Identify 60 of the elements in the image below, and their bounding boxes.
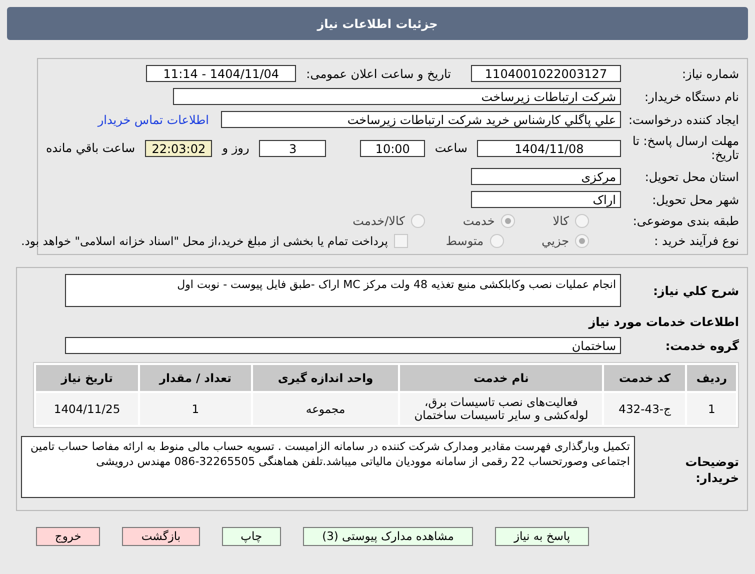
checkbox-label: پرداخت تمام یا بخشی از مبلغ خرید،از محل "اسناد خزانه اسلامی" خواهد بود. xyxy=(21,234,388,248)
field-label: ساعت باقي مانده xyxy=(46,141,136,155)
field-label: گروه خدمت: xyxy=(664,338,739,352)
field-label: نام دستگاه خریدار: xyxy=(644,90,739,104)
column-header: نام خدمت xyxy=(400,365,602,391)
time-field[interactable]: 10:00 xyxy=(360,140,425,156)
need-number-field[interactable]: 1104001022003127 xyxy=(471,65,621,82)
radio-label: متوسط xyxy=(446,234,484,248)
table-cell: مجموعه xyxy=(252,393,398,425)
field-label: تاریخ و ساعت اعلان عمومی: xyxy=(306,66,451,80)
radio-button[interactable] xyxy=(575,234,589,248)
field-label: ساعت xyxy=(434,141,468,155)
table-cell: فعالیت‌های نصب تاسیسات برق، لوله‌کشی و سایر تاسیسات ساختمان xyxy=(400,393,602,425)
column-header: تاریخ نیاز xyxy=(36,365,138,391)
radio-label: کالا xyxy=(552,214,569,228)
radio-label: خدمت xyxy=(462,214,495,228)
column-header: ردیف xyxy=(687,365,736,391)
requester-field[interactable]: علي پاگلي کارشناس خرید شرکت ارتباطات زیرساخت xyxy=(221,111,621,128)
column-header: تعداد / مقدار xyxy=(140,365,251,391)
days-field[interactable]: 3 xyxy=(259,140,326,156)
radio-button[interactable] xyxy=(410,214,425,228)
radio-label: جزیي xyxy=(542,234,569,248)
column-header: واحد اندازه گیری xyxy=(252,365,398,391)
table-cell: 1404/11/25 xyxy=(36,393,138,425)
field-label: طبقه بندی موضوعی: xyxy=(632,214,739,228)
summary-textarea[interactable]: انجام عملیات نصب وکابلکشی منبع تغذیه 48 ولت مرکز MC اراک -طبق فایل پیوست - نوبت اول xyxy=(65,274,621,307)
city-field[interactable]: اراک xyxy=(471,191,621,208)
table-cell: ج-43-432 xyxy=(604,393,686,425)
radio-label: کالا/خدمت xyxy=(352,214,405,228)
radio-button[interactable] xyxy=(490,234,504,248)
checkbox[interactable] xyxy=(394,234,408,248)
field-label: مهلت ارسال پاسخ: تا تاریخ: xyxy=(631,134,739,162)
action-button[interactable]: مشاهده مدارک پیوستی (3) xyxy=(303,527,473,546)
contact-link[interactable]: اطلاعات تماس خریدار xyxy=(98,112,209,126)
deadline-date-field[interactable]: 1404/11/08 xyxy=(477,140,621,156)
action-button[interactable]: خروج xyxy=(36,527,100,546)
section-title: اطلاعات خدمات مورد نیاز xyxy=(587,315,739,329)
field-label: استان محل تحویل: xyxy=(644,170,739,184)
page-title: جزئیات اطلاعات نیاز xyxy=(317,16,438,30)
buyer-field[interactable]: شرکت ارتباطات زیرساخت xyxy=(173,88,621,105)
notes-textarea[interactable]: تکمیل وبارگذاری فهرست مقادیر ومدارک شرکت کننده در سامانه الزامیست . تسویه حساب مالی منوط به ارائه مفاصا حساب تامین اجتماعی وصورتحساب 22 رقمی از سامانه موودیان مالیاتی میباشد.تلفن هماهنگی 32265505-086 مهندس درویشی xyxy=(21,436,635,498)
service-group-field[interactable]: ساختمان xyxy=(65,337,621,354)
column-header: کد خدمت xyxy=(604,365,686,391)
action-button[interactable]: بازگشت xyxy=(122,527,200,546)
field-label: شماره نیاز: xyxy=(681,66,739,80)
field-label: شرح کلي نیاز: xyxy=(652,284,739,298)
action-button[interactable]: پاسخ به نیاز xyxy=(494,527,590,546)
field-label: شهر محل تحویل: xyxy=(651,192,739,206)
field-label: روز و xyxy=(222,141,250,155)
field-label: نوع فرآیند خرید : xyxy=(653,234,739,248)
field-label: ایجاد کننده درخواست: xyxy=(627,112,739,126)
field-label: توضیحات خریدار: xyxy=(684,454,739,486)
province-field[interactable]: مرکزی xyxy=(471,168,621,185)
remaining-time-field: 22:03:02 xyxy=(145,140,212,156)
table-cell: 1 xyxy=(687,393,736,425)
table-cell: 1 xyxy=(140,393,251,425)
action-button[interactable]: چاپ xyxy=(222,527,282,546)
radio-button[interactable] xyxy=(500,214,515,228)
announce-date-field[interactable]: 1404/11/04 - 11:14 xyxy=(146,65,296,82)
radio-button[interactable] xyxy=(575,214,589,228)
